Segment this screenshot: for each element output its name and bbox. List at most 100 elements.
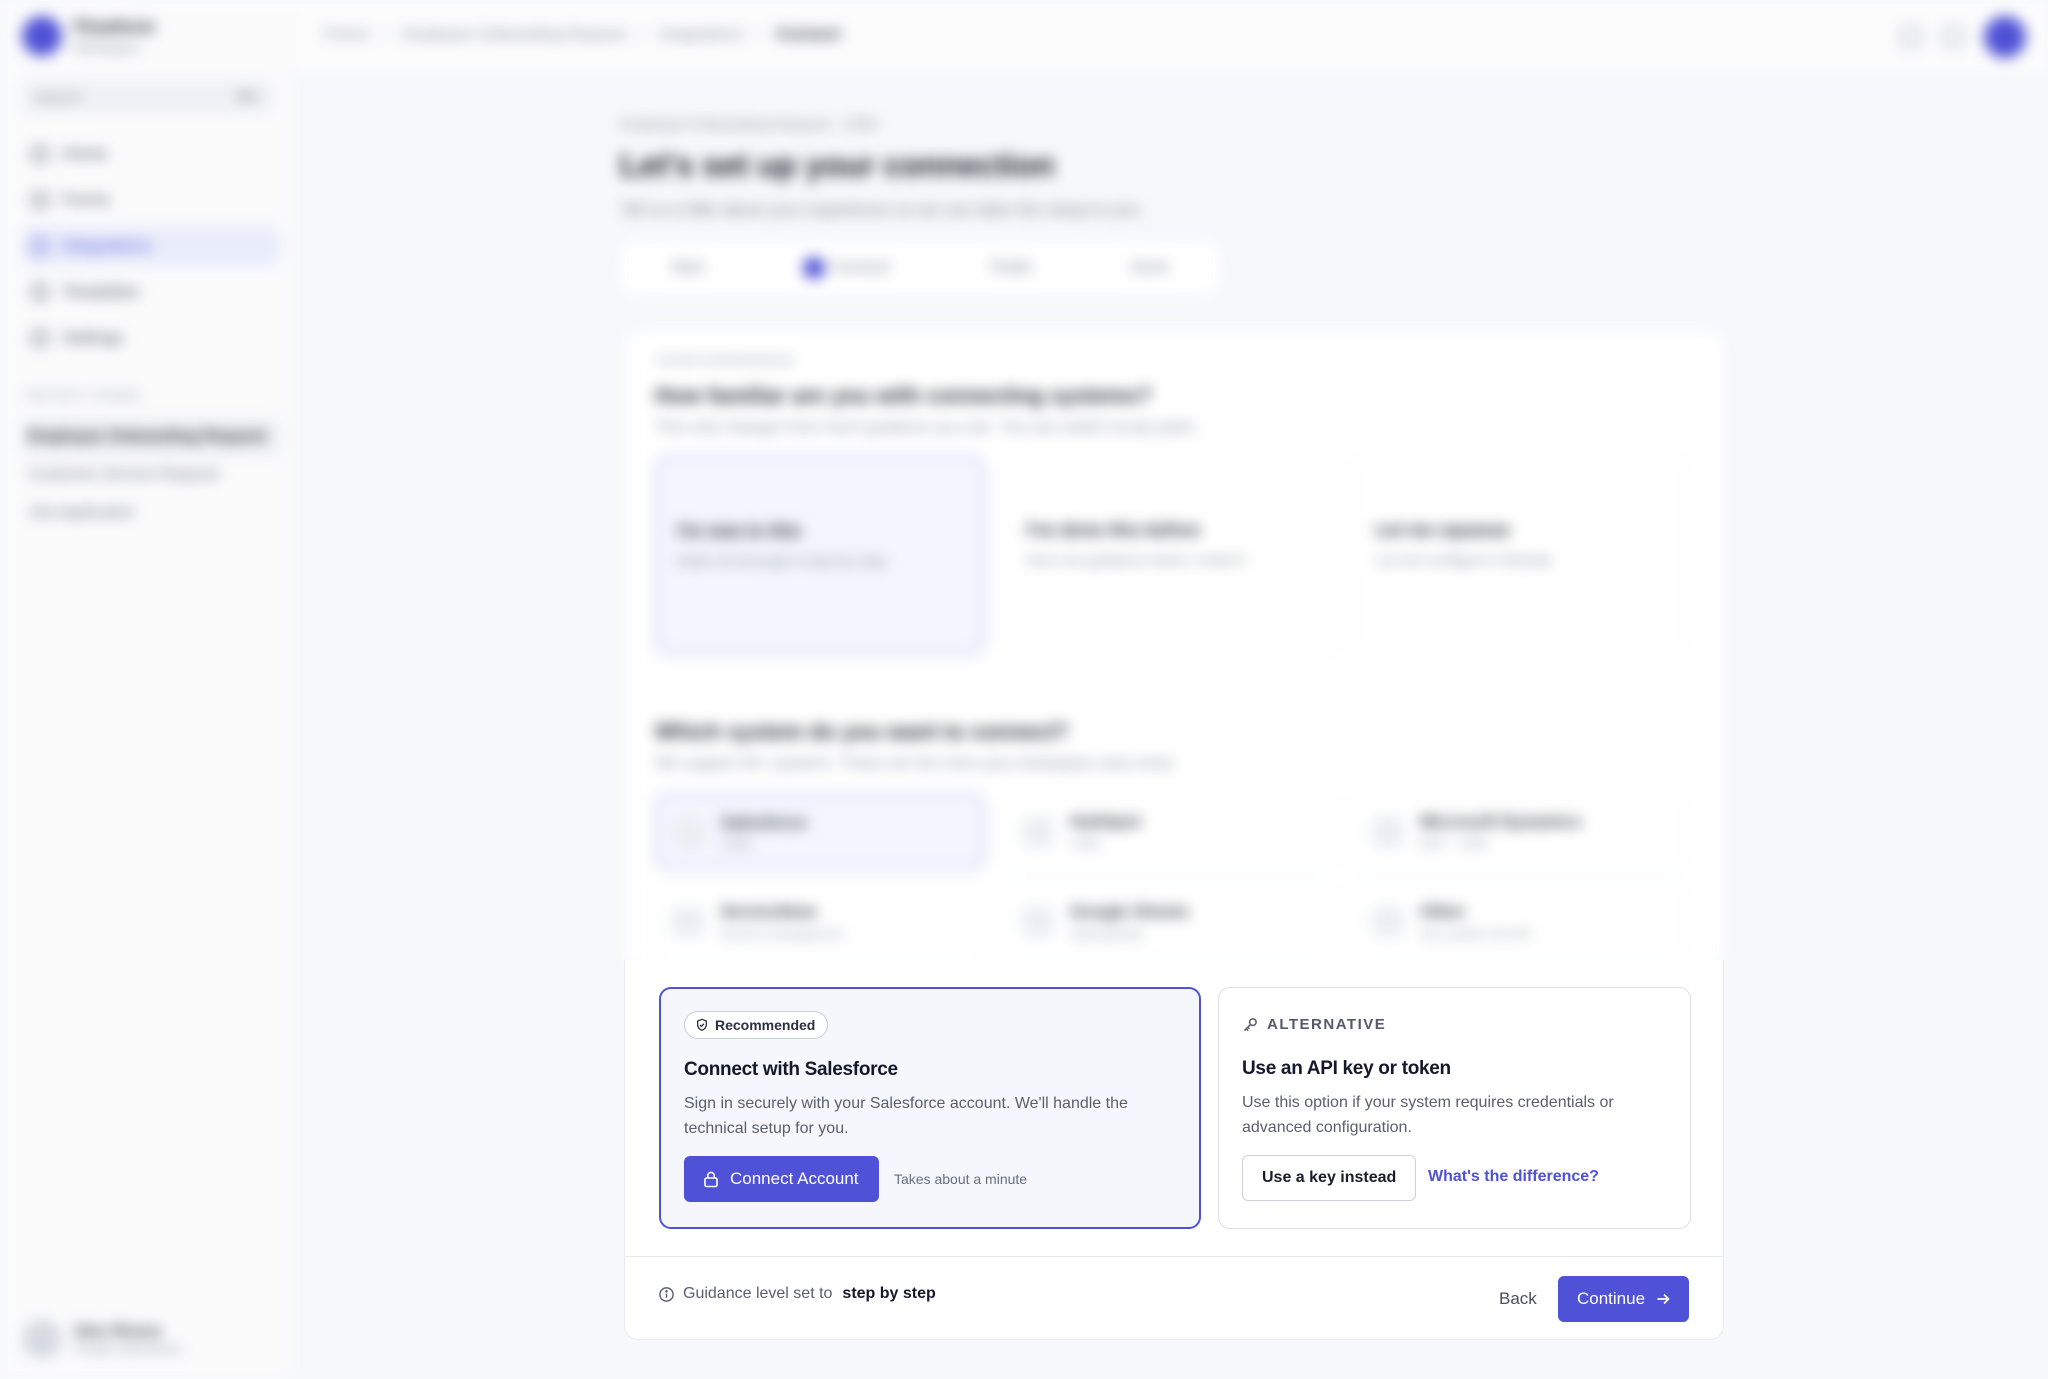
user-role: People Operations: [74, 1340, 182, 1356]
sidebar-item-label: Settings: [62, 328, 124, 347]
recent-item[interactable]: Customer Service Request: [22, 456, 280, 494]
system-sub: Spreadsheet: [1070, 926, 1144, 941]
topbar: Forms › Employee Onboarding Request › Inte…: [292, 0, 2048, 74]
option-title: I'm new to this: [677, 521, 802, 541]
sidebar-item-settings[interactable]: Settings: [22, 318, 280, 358]
step-dot: [803, 257, 826, 279]
sidebar-item-templates[interactable]: Templates: [22, 272, 280, 312]
experience-option[interactable]: I'm new to this Walk me through it step …: [655, 455, 985, 655]
sidebar-item-forms[interactable]: Forms: [22, 180, 280, 220]
experience-option[interactable]: I've done this before Give me guidance w…: [1005, 455, 1335, 655]
sidebar-item-integrations[interactable]: Integrations: [22, 226, 280, 266]
sidebar-item-home[interactable]: Home: [22, 134, 280, 174]
templates-icon: [32, 284, 48, 300]
system-sub: ERP · CRM: [1420, 836, 1488, 851]
option-title: Let me squeeze: [1376, 520, 1511, 540]
system-option[interactable]: Google Sheets Spreadsheet: [1005, 883, 1335, 959]
arrow-right-icon: [1657, 1293, 1670, 1305]
help-icon[interactable]: [1900, 26, 1922, 48]
info-icon: [659, 1286, 674, 1302]
gear-icon: [32, 330, 48, 346]
system-name: HubSpot: [1070, 812, 1141, 831]
badge-label: Recommended: [715, 1017, 816, 1033]
use-key-button[interactable]: Use a key instead: [1242, 1155, 1417, 1201]
page-title: Let's set up your connection: [620, 147, 1055, 183]
recent-forms-list: Employee Onboarding Request Customer Ser…: [22, 418, 280, 532]
shield-check-icon: [696, 1018, 708, 1031]
breadcrumb-current: Connect: [776, 26, 841, 43]
experience-option[interactable]: Let me squeeze Let me configure it direc…: [1355, 455, 1685, 655]
search-placeholder: Search: [34, 88, 82, 106]
sidebar-search[interactable]: Search ⌘K: [22, 80, 272, 114]
bell-icon[interactable]: [1942, 26, 1964, 48]
page-header: Employee Onboarding Request · CRM Let's …: [620, 116, 1144, 220]
system-name: Microsoft Dynamics: [1420, 812, 1582, 831]
system-sub: CRM: [1070, 836, 1100, 851]
breadcrumb-item[interactable]: Integrations: [659, 26, 743, 44]
connect-account-button[interactable]: Connect Account: [684, 1156, 879, 1202]
recent-forms-title: Recent forms: [26, 388, 142, 403]
recent-item[interactable]: Employee Onboarding Request: [22, 418, 280, 456]
sidebar-item-label: Home: [62, 144, 108, 163]
duration-hint: Takes about a minute: [894, 1171, 1028, 1187]
system-option[interactable]: Other Any system via API: [1355, 883, 1685, 959]
breadcrumb: Forms › Employee Onboarding Request › Inte…: [324, 26, 841, 44]
brand-name: Flowform: [74, 17, 155, 37]
experience-title: How familiar are you with connecting sys…: [655, 383, 1152, 408]
option-subtitle: Let me configure it directly: [1376, 552, 1552, 569]
dynamics-icon: [1372, 816, 1404, 848]
page-lead: Tell us a little about your experience s…: [620, 200, 1144, 219]
system-option[interactable]: Salesforce CRM: [655, 793, 985, 869]
button-label: Continue: [1577, 1289, 1646, 1308]
sidebar-item-label: Templates: [62, 282, 140, 301]
card-description: Use this option if your system requires …: [1242, 1094, 1614, 1136]
avatar[interactable]: [1984, 16, 2026, 58]
system-sub: CRM: [721, 837, 751, 852]
systems-title: Which system do you want to connect?: [655, 719, 1069, 744]
recommended-badge: Recommended: [684, 1011, 829, 1039]
brand: Flowform Workspace: [22, 16, 155, 56]
hubspot-icon: [1022, 816, 1054, 848]
step-start: Start: [670, 259, 705, 276]
option-subtitle: Give me guidance when I need it: [1026, 552, 1245, 569]
brand-logo: [22, 16, 62, 56]
integrations-icon: [32, 238, 48, 254]
lock-icon: [704, 1171, 718, 1188]
recommended-card: Recommended Connect with Salesforce Sign…: [659, 987, 1201, 1229]
guidance-note: Guidance level set to step by step: [658, 1285, 936, 1303]
option-subtitle: Walk me through it step by step: [677, 553, 887, 570]
stepper: Start Connect Fields Done: [620, 240, 1220, 296]
sidebar-nav: Home Forms Integrations Templates Settin…: [22, 134, 280, 364]
continue-button[interactable]: Continue: [1558, 1276, 1690, 1322]
step-done: Done: [1131, 259, 1170, 276]
system-option[interactable]: HubSpot CRM: [1005, 793, 1335, 869]
system-option[interactable]: ServiceNow Service management: [655, 883, 985, 959]
step-fields: Fields: [989, 259, 1033, 276]
experience-label: Your experience: [655, 353, 795, 368]
system-name: ServiceNow: [720, 902, 817, 921]
breadcrumb-item[interactable]: Forms: [324, 26, 369, 44]
servicenow-icon: [672, 906, 704, 938]
recent-item[interactable]: Job Application: [22, 494, 280, 532]
sheets-icon: [1022, 906, 1054, 938]
system-option[interactable]: Microsoft Dynamics ERP · CRM: [1355, 793, 1685, 869]
divider: [625, 1256, 1723, 1257]
brand-subtitle: Workspace: [74, 40, 139, 55]
system-sub: Any system via API: [1420, 926, 1532, 941]
guidance-prefix: Guidance level set to: [683, 1285, 833, 1302]
alternative-card: ALTERNATIVE Use an API key or token Use …: [1218, 987, 1691, 1229]
forms-icon: [32, 192, 48, 208]
card-title: Connect with Salesforce: [684, 1059, 898, 1080]
back-button[interactable]: Back: [1487, 1277, 1549, 1321]
card-description: Sign in securely with your Salesforce ac…: [684, 1095, 1128, 1137]
user-profile[interactable]: Alex Rivera People Operations: [22, 1319, 280, 1359]
top-actions: [1900, 16, 2026, 58]
home-icon: [32, 146, 48, 162]
key-icon: [1243, 1018, 1257, 1032]
plus-icon: [1372, 906, 1404, 938]
experience-subtitle: This only changes how much guidance you …: [655, 419, 1198, 436]
salesforce-icon: [673, 817, 705, 849]
whats-the-difference-link[interactable]: What's the difference?: [1428, 1168, 1599, 1186]
step-label: Connect: [831, 259, 891, 277]
breadcrumb-item[interactable]: Employee Onboarding Request: [403, 26, 626, 44]
